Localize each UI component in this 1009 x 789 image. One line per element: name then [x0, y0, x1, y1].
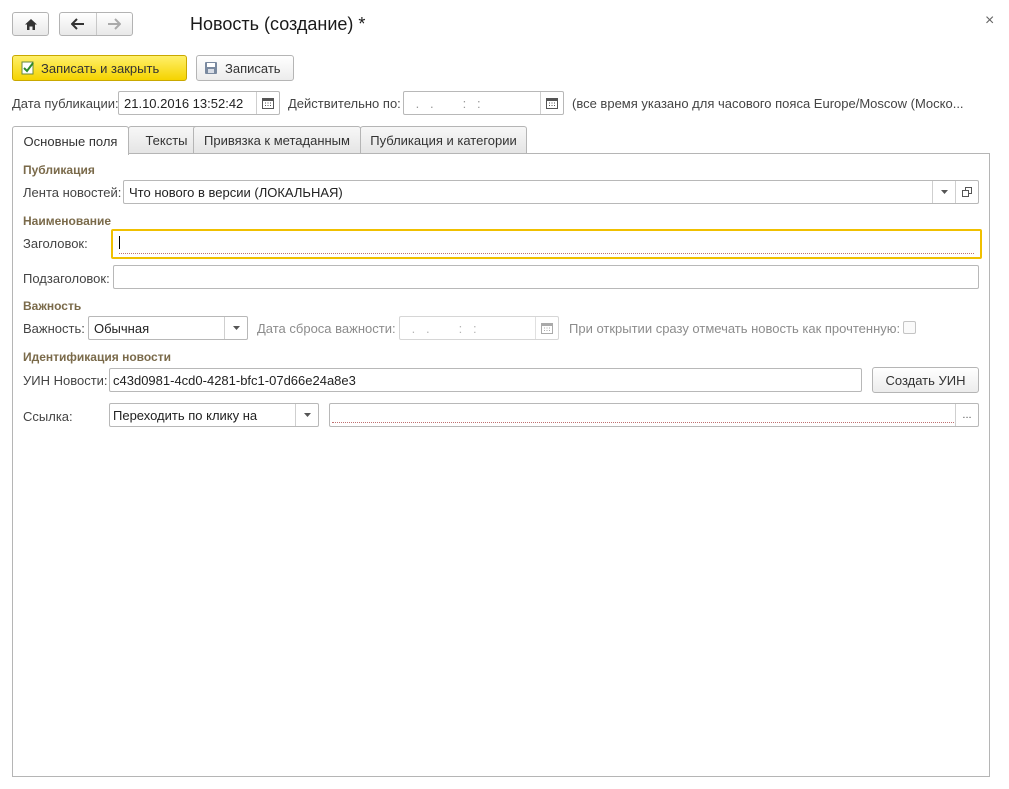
forward-button[interactable] — [97, 13, 133, 35]
required-underline — [332, 422, 954, 423]
timezone-note: (все время указано для часового пояса Eu… — [572, 96, 964, 111]
save-disk-icon — [205, 62, 217, 74]
save-button[interactable]: Записать — [196, 55, 294, 81]
tab-metadata-binding-label: Привязка к метаданным — [204, 133, 350, 148]
importance-label: Важность: — [23, 321, 85, 336]
link-select-button[interactable]: ... — [955, 404, 978, 426]
link-mode-dropdown-button[interactable] — [295, 404, 318, 426]
tab-main-fields[interactable]: Основные поля — [12, 126, 129, 155]
importance-select[interactable]: Обычная — [88, 316, 248, 340]
publish-date-label: Дата публикации: — [12, 96, 119, 111]
mark-read-label: При открытии сразу отмечать новость как … — [569, 321, 901, 336]
feed-open-button[interactable] — [955, 181, 978, 203]
publish-date-value: 21.10.2016 13:52:42 — [124, 95, 244, 111]
forward-arrow-icon — [108, 18, 122, 30]
tab-texts-label: Тексты — [145, 133, 188, 148]
open-form-icon — [962, 187, 972, 197]
section-publication: Публикация — [23, 163, 95, 177]
calendar-icon — [541, 322, 553, 334]
feed-select[interactable]: Что нового в версии (ЛОКАЛЬНАЯ) — [123, 180, 979, 204]
feed-dropdown-button[interactable] — [932, 181, 955, 203]
dropdown-icon — [232, 326, 240, 330]
tab-publication-categories[interactable]: Публикация и категории — [360, 126, 527, 154]
valid-until-field[interactable]: . . : : — [403, 91, 564, 115]
publish-date-field[interactable]: 21.10.2016 13:52:42 — [118, 91, 280, 115]
reset-date-label: Дата сброса важности: — [257, 321, 396, 336]
uin-label: УИН Новости: — [23, 373, 108, 388]
save-label: Записать — [225, 60, 281, 76]
valid-until-calendar-button[interactable] — [540, 92, 563, 114]
link-mode-select[interactable]: Переходить по клику на — [109, 403, 319, 427]
uin-value: c43d0981-4cd0-4281-bfc1-07d66e24a8e3 — [113, 372, 356, 388]
feed-value: Что нового в версии (ЛОКАЛЬНАЯ) — [129, 184, 343, 200]
window-title: Новость (создание) * — [190, 14, 366, 34]
uin-input[interactable]: c43d0981-4cd0-4281-bfc1-07d66e24a8e3 — [109, 368, 862, 392]
reset-date-placeholder: . . : : — [408, 320, 477, 336]
section-naming: Наименование — [23, 214, 112, 228]
reset-date-field[interactable]: . . : : — [399, 316, 559, 340]
valid-until-placeholder: . . : : — [412, 95, 481, 111]
close-icon[interactable]: × — [985, 12, 994, 30]
dropdown-icon — [940, 190, 948, 194]
tab-publication-categories-label: Публикация и категории — [370, 133, 517, 148]
back-arrow-icon — [70, 18, 84, 30]
home-icon — [24, 18, 37, 30]
tab-metadata-binding[interactable]: Привязка к метаданным — [193, 126, 361, 154]
link-mode-value: Переходить по клику на — [113, 407, 258, 423]
tab-main-fields-label: Основные поля — [23, 133, 118, 149]
required-underline — [119, 253, 974, 254]
calendar-icon — [262, 97, 274, 109]
importance-value: Обычная — [94, 320, 150, 336]
dropdown-icon — [303, 413, 311, 417]
valid-until-label: Действительно по: — [288, 96, 401, 111]
create-uin-label: Создать УИН — [885, 372, 966, 388]
text-caret — [119, 236, 120, 249]
save-close-icon — [21, 61, 34, 75]
section-identification: Идентификация новости — [23, 350, 171, 364]
save-and-close-label: Записать и закрыть — [41, 60, 160, 76]
create-uin-button[interactable]: Создать УИН — [872, 367, 979, 393]
importance-dropdown-button[interactable] — [224, 317, 247, 339]
link-input[interactable]: ... — [329, 403, 979, 427]
heading-label: Заголовок: — [23, 236, 88, 251]
subheading-label: Подзаголовок: — [23, 271, 110, 286]
publish-date-calendar-button[interactable] — [256, 92, 279, 114]
mark-read-checkbox[interactable] — [903, 321, 916, 334]
calendar-icon — [546, 97, 558, 109]
subheading-input[interactable] — [113, 265, 979, 289]
home-button[interactable] — [12, 12, 49, 36]
back-button[interactable] — [60, 13, 97, 35]
feed-label: Лента новостей: — [23, 185, 122, 200]
link-label: Ссылка: — [23, 409, 73, 424]
save-and-close-button[interactable]: Записать и закрыть — [12, 55, 187, 81]
back-forward-group — [59, 12, 133, 36]
heading-input[interactable] — [111, 229, 982, 259]
section-importance: Важность — [23, 299, 82, 313]
reset-date-calendar-button[interactable] — [535, 317, 558, 339]
